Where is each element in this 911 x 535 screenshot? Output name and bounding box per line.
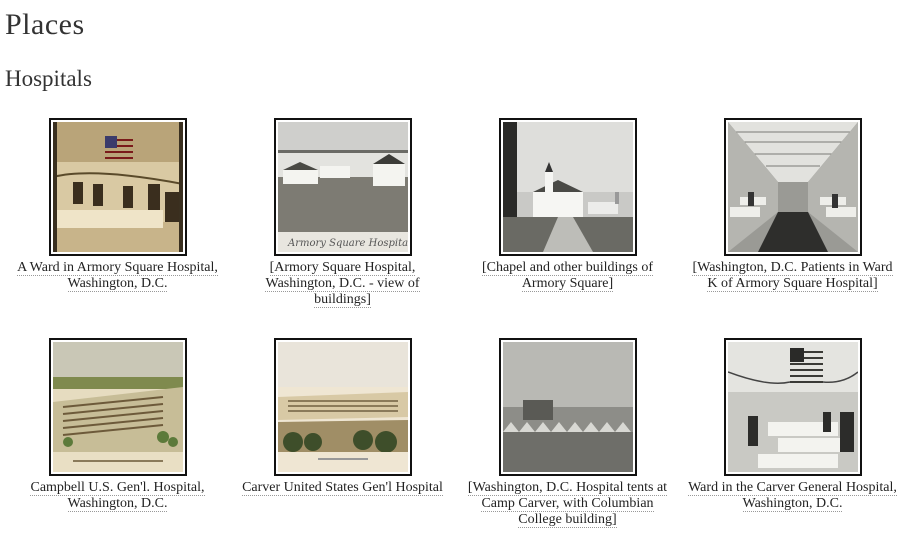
hospital-buildings-photo: Armory Square Hospital bbox=[277, 122, 408, 252]
gallery-item: Ward in the Carver General Hospital, Was… bbox=[680, 338, 905, 528]
item-caption-link[interactable]: Carver United States Gen'l Hospital bbox=[242, 480, 443, 496]
thumbnail-link[interactable] bbox=[723, 118, 862, 256]
thumbnail-link[interactable] bbox=[723, 338, 862, 476]
item-caption-link[interactable]: A Ward in Armory Square Hospital, Washin… bbox=[17, 260, 218, 292]
gallery-item: [Washington, D.C. Patients in Ward K of … bbox=[680, 118, 905, 308]
gallery-item: [Washington, D.C. Hospital tents at Camp… bbox=[455, 338, 680, 528]
thumbnail-link[interactable]: Armory Square Hospital bbox=[273, 118, 412, 256]
page-title: Places bbox=[5, 8, 85, 41]
gallery-item: Carver United States Gen'l Hospital bbox=[230, 338, 455, 528]
hospital-tents-photo bbox=[502, 342, 633, 472]
gallery-item: A Ward in Armory Square Hospital, Washin… bbox=[5, 118, 230, 308]
thumbnail-link[interactable] bbox=[498, 338, 637, 476]
gallery-item: [Chapel and other buildings of Armory Sq… bbox=[455, 118, 680, 308]
places-page: Places Hospitals A Ward in Armory Square… bbox=[0, 0, 911, 535]
hospital-ward-photo bbox=[52, 122, 183, 252]
gallery-item: Armory Square Hospital [Armory Square Ho… bbox=[230, 118, 455, 308]
chapel-photo bbox=[502, 122, 633, 252]
svg-text:Armory Square Hospital: Armory Square Hospital bbox=[287, 238, 408, 249]
item-caption-link[interactable]: [Washington, D.C. Hospital tents at Camp… bbox=[467, 480, 668, 528]
hospital-lithograph bbox=[52, 342, 183, 472]
image-gallery: A Ward in Armory Square Hospital, Washin… bbox=[5, 118, 905, 528]
item-caption-link[interactable]: [Chapel and other buildings of Armory Sq… bbox=[481, 260, 654, 292]
item-caption-link[interactable]: [Armory Square Hospital, Washington, D.C… bbox=[265, 260, 420, 308]
thumbnail-link[interactable] bbox=[273, 338, 412, 476]
hospital-panorama-print bbox=[277, 342, 408, 472]
item-caption-link[interactable]: Campbell U.S. Gen'l. Hospital, Washingto… bbox=[30, 480, 205, 512]
ward-interior-photo bbox=[727, 122, 858, 252]
ward-flag-photo bbox=[727, 342, 858, 472]
item-caption-link[interactable]: [Washington, D.C. Patients in Ward K of … bbox=[692, 260, 893, 292]
section-heading: Hospitals bbox=[5, 66, 92, 91]
thumbnail-link[interactable] bbox=[48, 338, 187, 476]
gallery-item: Campbell U.S. Gen'l. Hospital, Washingto… bbox=[5, 338, 230, 528]
thumbnail-link[interactable] bbox=[48, 118, 187, 256]
item-caption-link[interactable]: Ward in the Carver General Hospital, Was… bbox=[688, 480, 897, 512]
thumbnail-link[interactable] bbox=[498, 118, 637, 256]
